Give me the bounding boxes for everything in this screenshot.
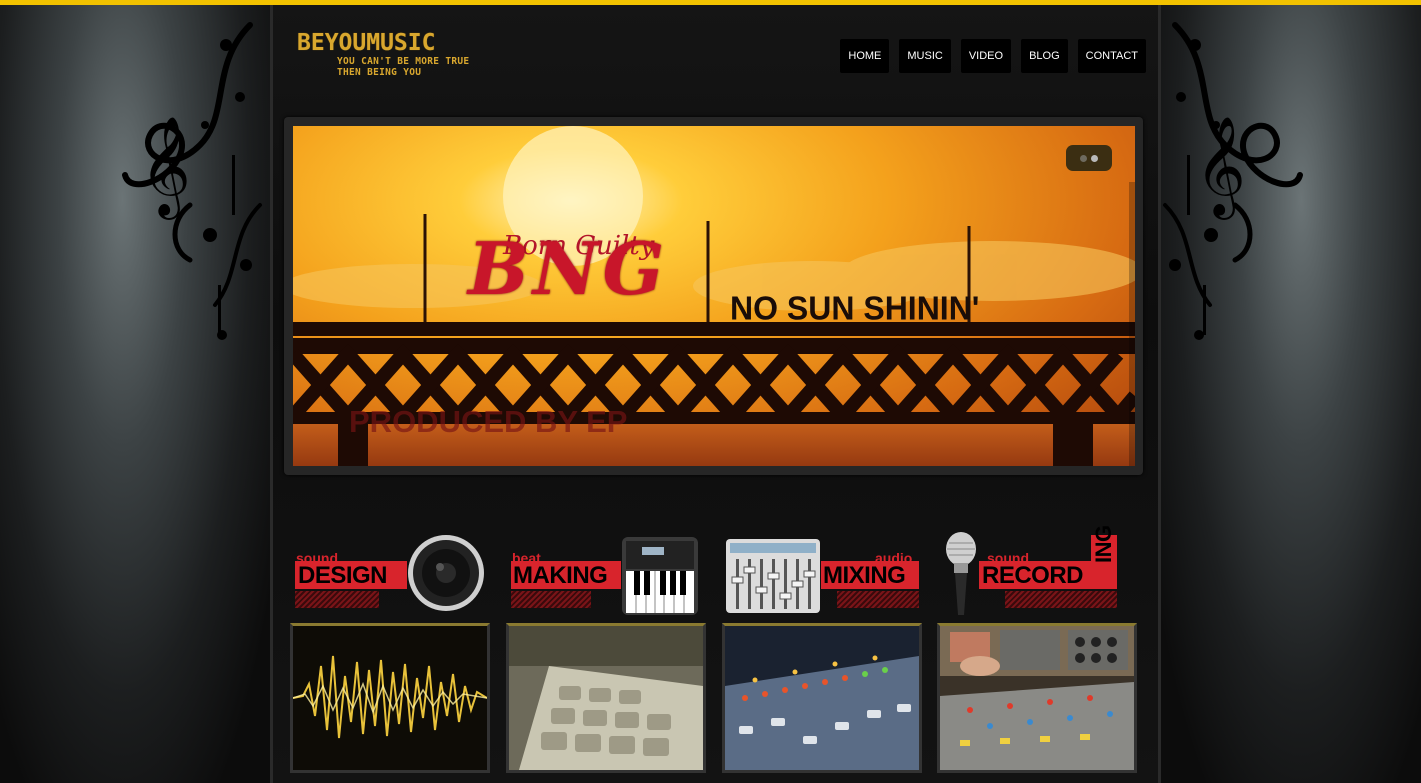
service-header: sound DESIGN [290, 525, 490, 617]
song-title: NO SUN SHININ' [730, 289, 980, 327]
site-logo[interactable]: BEYOUMUSIC YOU CAN'T BE MORE TRUE THEN B… [297, 30, 469, 78]
sound-wave-thumbnail[interactable] [290, 623, 490, 773]
mixing-console-thumbnail[interactable] [722, 623, 922, 773]
beat-pad-thumbnail[interactable] [506, 623, 706, 773]
recording-studio-thumbnail[interactable] [937, 623, 1137, 773]
service-header: beat MAKING [506, 525, 706, 617]
nav-home[interactable]: HOME [840, 39, 890, 73]
hatch-stripe [837, 591, 919, 608]
slider-dot-1[interactable] [1080, 154, 1087, 162]
main-navigation: HOME MUSIC VIDEO BLOG CONTACT [840, 39, 1146, 73]
main-content-column: BEYOUMUSIC YOU CAN'T BE MORE TRUE THEN B… [270, 5, 1161, 783]
logo-wordmark: BEYOUMUSIC [297, 30, 436, 56]
microphone-icon [946, 532, 976, 615]
hero-slide-image[interactable]: Born Guilty BNG NO SUN SHININ' PRODUCED … [293, 126, 1135, 466]
service-sound-recording[interactable]: sound RECORD ING [937, 525, 1137, 780]
left-grunge-decoration: 𝄞 [0, 5, 272, 783]
svg-text:𝄞: 𝄞 [1195, 116, 1246, 220]
service-big-label: DESIGN [298, 562, 388, 589]
nav-contact[interactable]: CONTACT [1077, 39, 1146, 73]
logo-tagline-line2: THEN BEING YOU [337, 67, 422, 78]
slider-pager [1066, 145, 1112, 171]
service-big-label-suffix: ING [1091, 525, 1116, 563]
nav-music[interactable]: MUSIC [899, 39, 951, 73]
hatch-stripe [1005, 591, 1117, 608]
hatch-stripe [295, 591, 379, 608]
mixer-icon [726, 539, 820, 613]
nav-blog[interactable]: BLOG [1021, 39, 1068, 73]
service-big-label: RECORD [982, 562, 1084, 589]
right-grunge-decoration: 𝄞 [1155, 5, 1421, 783]
nav-video[interactable]: VIDEO [960, 39, 1012, 73]
logo-tagline-line1: YOU CAN'T BE MORE TRUE [337, 56, 470, 67]
service-big-label: MIXING [823, 562, 906, 589]
hero-slider: Born Guilty BNG NO SUN SHININ' PRODUCED … [284, 117, 1143, 475]
speaker-icon [408, 535, 484, 611]
slider-dot-2[interactable] [1091, 154, 1098, 162]
producer-credit: PRODUCED BY EP [349, 404, 628, 439]
service-audio-mixing[interactable]: audio MIXING [722, 525, 922, 780]
service-header: audio MIXING [722, 525, 922, 617]
service-beat-making[interactable]: beat MAKING [506, 525, 706, 780]
service-sound-design[interactable]: sound DESIGN [290, 525, 490, 780]
artist-initials: BNG [468, 226, 669, 311]
slide-scrollbar[interactable] [1129, 182, 1135, 466]
service-header: sound RECORD ING [937, 525, 1137, 617]
hatch-stripe [511, 591, 591, 608]
service-big-label: MAKING [513, 562, 608, 589]
svg-text:𝄞: 𝄞 [140, 116, 191, 220]
keyboard-icon [622, 537, 698, 615]
